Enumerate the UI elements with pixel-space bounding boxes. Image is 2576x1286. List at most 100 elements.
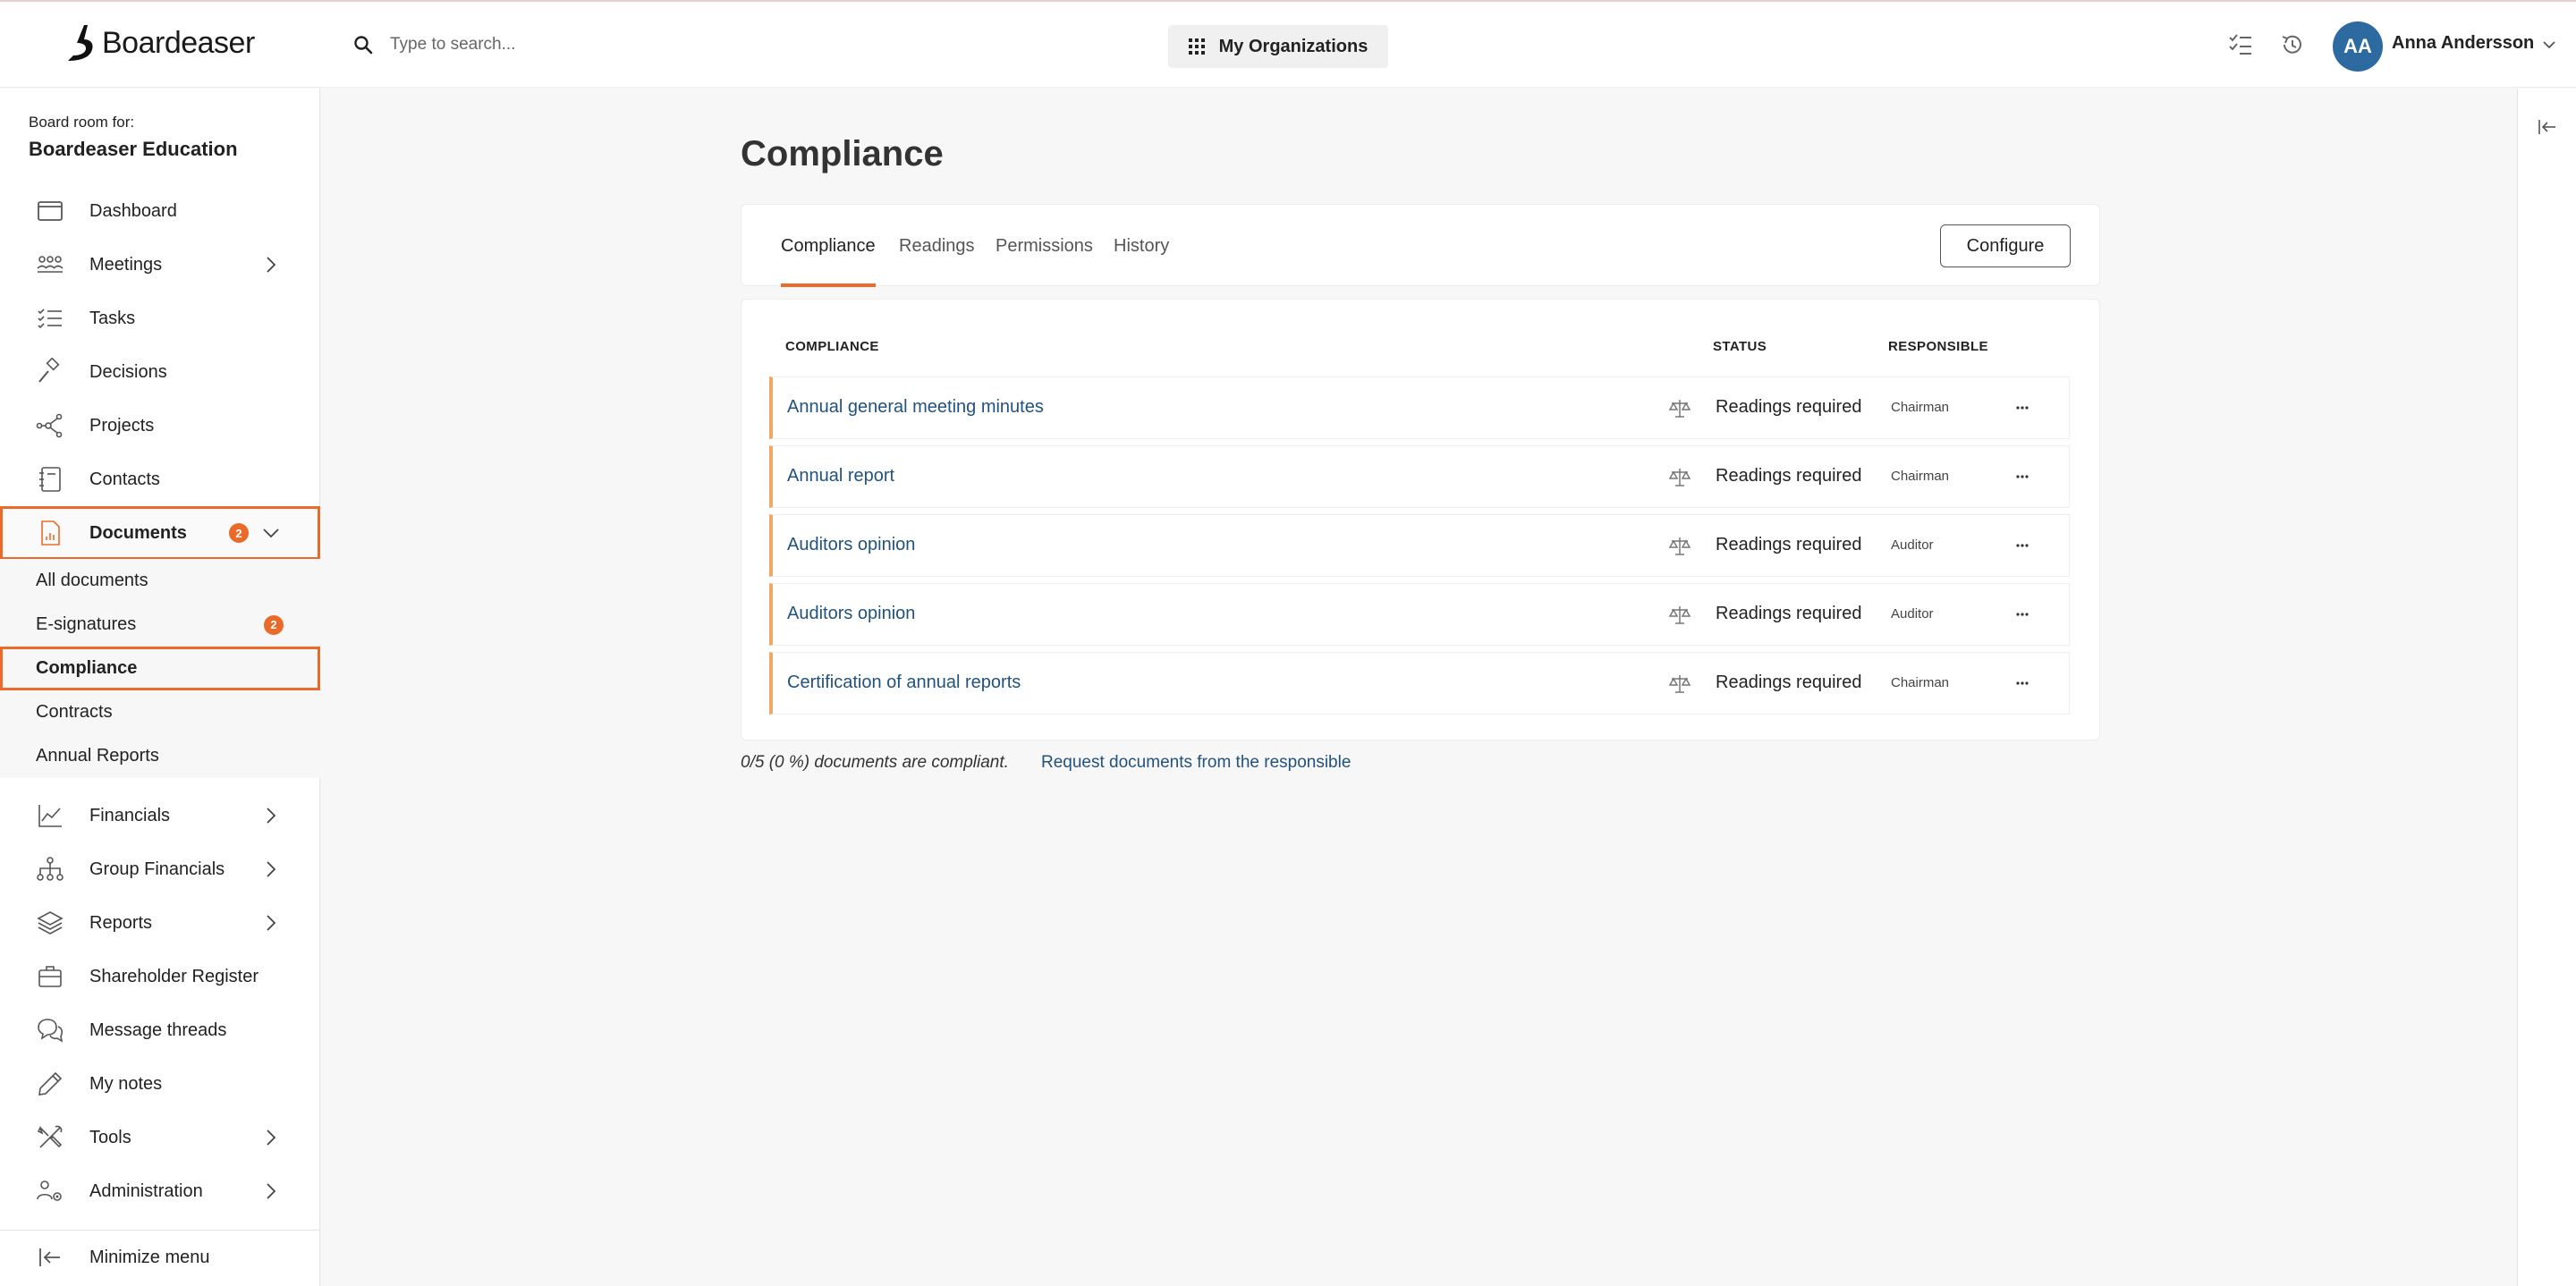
sidebar-item-label: Financials bbox=[89, 805, 171, 825]
sidebar-item-label: Decisions bbox=[89, 361, 167, 382]
submenu-item-compliance[interactable]: Compliance bbox=[0, 647, 320, 690]
board-room-label: Board room for: bbox=[29, 114, 135, 131]
responsible-text: Auditor bbox=[1891, 606, 1934, 622]
table-row: Annual general meeting minutes Readings … bbox=[769, 376, 2070, 439]
sidebar-item-documents[interactable]: Documents 2 bbox=[0, 506, 320, 560]
document-link[interactable]: Annual general meeting minutes bbox=[787, 397, 1044, 418]
sidebar-item-meetings[interactable]: Meetings bbox=[0, 238, 320, 292]
status-text: Readings required bbox=[1716, 673, 1862, 692]
pencil-icon bbox=[38, 1071, 63, 1096]
scale-icon bbox=[1668, 537, 1691, 555]
tab-readings[interactable]: Readings bbox=[899, 205, 975, 287]
sidebar-item-tasks[interactable]: Tasks bbox=[0, 292, 320, 345]
sidebar-item-dashboard[interactable]: Dashboard bbox=[0, 184, 320, 238]
submenu-item-label: Contracts bbox=[36, 702, 113, 722]
logo[interactable]: Boardeaser bbox=[64, 21, 255, 64]
tab-permissions[interactable]: Permissions bbox=[996, 205, 1093, 287]
chart-line-icon bbox=[38, 805, 62, 827]
table-row: Annual report Readings required Chairman bbox=[769, 445, 2070, 508]
sidebar-item-contacts[interactable]: Contacts bbox=[0, 453, 320, 506]
more-horizontal-icon bbox=[2016, 544, 2029, 547]
sidebar-item-label: Projects bbox=[89, 415, 155, 436]
board-name: Boardeaser Education bbox=[29, 138, 238, 160]
sidebar-item-message-threads[interactable]: Message threads bbox=[0, 1003, 320, 1057]
search-bar bbox=[352, 27, 927, 63]
scale-icon bbox=[1668, 469, 1691, 486]
submenu-item-contracts[interactable]: Contracts bbox=[0, 690, 320, 734]
submenu-item-label: Annual Reports bbox=[36, 746, 159, 766]
more-options-button[interactable] bbox=[2008, 671, 2037, 696]
document-link[interactable]: Certification of annual reports bbox=[787, 673, 1021, 693]
table-row: Certification of annual reports Readings… bbox=[769, 652, 2070, 715]
tab-compliance[interactable]: Compliance bbox=[781, 205, 876, 287]
sidebar-item-shareholder-register[interactable]: Shareholder Register bbox=[0, 950, 320, 1003]
search-input[interactable] bbox=[390, 35, 927, 55]
submenu-item-label: E-signatures bbox=[36, 614, 137, 634]
chevron-right-icon bbox=[267, 861, 276, 877]
submenu-item-all-documents[interactable]: All documents bbox=[0, 559, 320, 603]
sidebar-item-administration[interactable]: Administration bbox=[0, 1164, 320, 1218]
more-options-button[interactable] bbox=[2008, 395, 2037, 420]
sidebar-item-label: My notes bbox=[89, 1073, 163, 1094]
chevron-down-icon[interactable] bbox=[2540, 36, 2558, 54]
submenu-item-annual-reports[interactable]: Annual Reports bbox=[0, 734, 320, 778]
sidebar-item-my-notes[interactable]: My notes bbox=[0, 1057, 320, 1111]
document-link[interactable]: Auditors opinion bbox=[787, 535, 915, 555]
sidebar-item-group-financials[interactable]: Group Financials bbox=[0, 842, 320, 896]
collapse-left-icon[interactable] bbox=[2538, 117, 2557, 137]
request-documents-link[interactable]: Request documents from the responsible bbox=[1041, 753, 1351, 773]
sidebar-item-tools[interactable]: Tools bbox=[0, 1111, 320, 1164]
sidebar-item-label: Meetings bbox=[89, 254, 163, 275]
collapse-left-icon bbox=[39, 1248, 60, 1266]
document-link[interactable]: Annual report bbox=[787, 466, 894, 486]
document-icon bbox=[41, 520, 60, 546]
user-name[interactable]: Anna Andersson bbox=[2392, 33, 2534, 54]
more-options-button[interactable] bbox=[2008, 602, 2037, 627]
search-icon bbox=[354, 36, 373, 55]
my-organizations-label: My Organizations bbox=[1218, 36, 1368, 56]
responsible-text: Auditor bbox=[1891, 537, 1934, 553]
top-bar: Boardeaser My Organizations AA Anna Ande… bbox=[0, 2, 2576, 88]
avatar[interactable]: AA bbox=[2333, 21, 2383, 72]
more-horizontal-icon bbox=[2016, 475, 2029, 478]
sidebar-item-label: Administration bbox=[89, 1180, 203, 1201]
checklist-icon[interactable] bbox=[2227, 31, 2254, 58]
history-icon[interactable] bbox=[2279, 31, 2306, 58]
column-header-responsible: RESPONSIBLE bbox=[1888, 339, 1988, 354]
grid-icon bbox=[1188, 38, 1205, 55]
sidebar-item-financials[interactable]: Financials bbox=[0, 789, 320, 842]
more-options-button[interactable] bbox=[2008, 464, 2037, 489]
status-text: Readings required bbox=[1716, 604, 1862, 623]
e-signatures-badge: 2 bbox=[264, 614, 284, 635]
logo-icon bbox=[68, 25, 93, 61]
chevron-down-icon bbox=[263, 529, 279, 538]
scale-icon bbox=[1668, 675, 1691, 693]
submenu-item-e-signatures[interactable]: E-signatures 2 bbox=[0, 603, 320, 647]
sidebar-item-reports[interactable]: Reports bbox=[0, 896, 320, 950]
configure-button[interactable]: Configure bbox=[1940, 224, 2071, 267]
document-link[interactable]: Auditors opinion bbox=[787, 604, 915, 624]
more-horizontal-icon bbox=[2016, 406, 2029, 410]
column-header-compliance: COMPLIANCE bbox=[785, 339, 879, 354]
status-text: Readings required bbox=[1716, 535, 1862, 554]
sidebar-item-label: Shareholder Register bbox=[89, 966, 258, 986]
briefcase-icon bbox=[38, 966, 62, 987]
more-horizontal-icon bbox=[2016, 681, 2029, 685]
my-organizations-button[interactable]: My Organizations bbox=[1168, 25, 1388, 68]
tab-history[interactable]: History bbox=[1114, 205, 1169, 287]
submenu-item-label: All documents bbox=[36, 571, 148, 590]
sidebar-item-decisions[interactable]: Decisions bbox=[0, 345, 320, 399]
sidebar-item-label: Contacts bbox=[89, 469, 160, 489]
compliance-table: COMPLIANCE STATUS RESPONSIBLE Annual gen… bbox=[741, 299, 2100, 740]
table-row: Auditors opinion Readings required Audit… bbox=[769, 514, 2070, 577]
minimize-menu-label: Minimize menu bbox=[89, 1247, 210, 1267]
tabs-card: Compliance Readings Permissions History … bbox=[741, 204, 2100, 287]
more-options-button[interactable] bbox=[2008, 533, 2037, 558]
documents-submenu: All documents E-signatures 2 Compliance … bbox=[0, 559, 320, 778]
tools-icon bbox=[37, 1125, 63, 1148]
sidebar-item-projects[interactable]: Projects bbox=[0, 399, 320, 453]
sidebar: Board room for: Boardeaser Education Das… bbox=[0, 89, 320, 1286]
minimize-menu-button[interactable]: Minimize menu bbox=[0, 1231, 320, 1284]
chevron-right-icon bbox=[267, 1129, 276, 1146]
sidebar-item-label: Tools bbox=[89, 1127, 131, 1147]
